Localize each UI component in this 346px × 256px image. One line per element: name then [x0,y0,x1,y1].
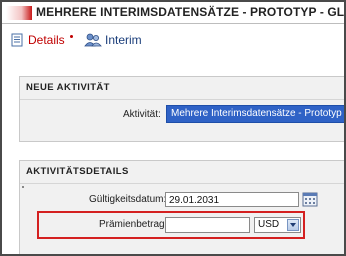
new-activity-section: NEUE AKTIVITÄT Aktivität: Mehrere Interi… [19,76,344,142]
toolbar: Details Interim [2,24,344,54]
title-bar: MEHRERE INTERIMSDATENSÄTZE - PROTOTYP - … [2,2,344,24]
details-tab[interactable]: Details [10,32,65,48]
application-window: MEHRERE INTERIMSDATENSÄTZE - PROTOTYP - … [2,2,344,254]
bullet-mark [22,186,24,188]
chevron-down-icon[interactable] [287,219,299,231]
details-tab-label: Details [28,33,65,47]
validity-date-field[interactable]: 29.01.2031 [165,192,299,207]
title-accent-bar [6,6,32,20]
premium-amount-label: Prämienbetrag: [99,219,168,230]
interim-tab-label: Interim [105,33,142,47]
people-icon [84,32,102,48]
activity-label: Aktivität: [123,109,161,120]
activity-details-header: AKTIVITÄTSDETAILS [20,161,344,184]
content-area: NEUE AKTIVITÄT Aktivität: Mehrere Interi… [2,56,344,254]
window-title: MEHRERE INTERIMSDATENSÄTZE - PROTOTYP - … [36,5,344,19]
interim-tab[interactable]: Interim [84,32,142,48]
document-icon [10,33,24,47]
activity-select[interactable]: Mehrere Interimsdatensätze - Prototyp [166,105,344,123]
new-activity-header: NEUE AKTIVITÄT [20,77,344,100]
currency-value: USD [258,219,280,230]
validity-date-label: Gültigkeitsdatum: [89,194,167,205]
currency-select[interactable]: USD [254,217,301,233]
premium-amount-field[interactable] [165,217,250,233]
calendar-icon[interactable] [302,191,318,207]
toolbar-separator [70,35,73,38]
